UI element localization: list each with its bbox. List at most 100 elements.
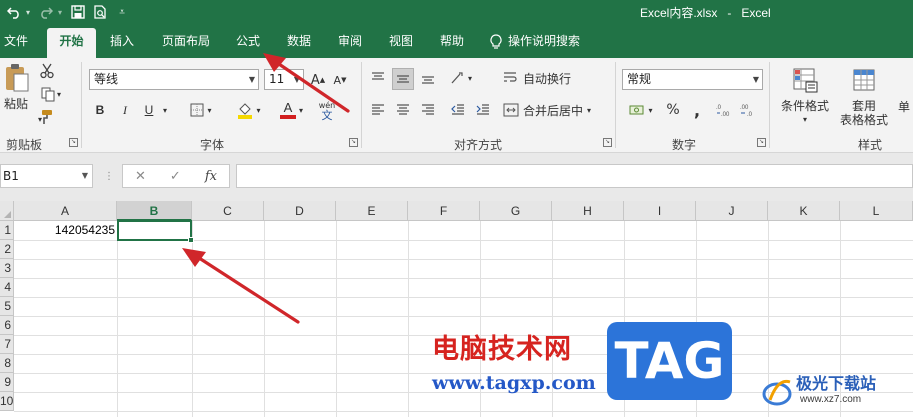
- copy-dropdown-icon[interactable]: ▾: [57, 90, 61, 99]
- formula-input[interactable]: [236, 164, 913, 188]
- save-icon[interactable]: [68, 3, 88, 21]
- tab-data[interactable]: 数据: [281, 25, 317, 58]
- fill-handle[interactable]: [188, 237, 194, 243]
- cell-a1[interactable]: 142054235: [14, 221, 117, 240]
- select-all-corner[interactable]: [0, 201, 14, 221]
- column-header-k[interactable]: K: [768, 201, 840, 221]
- number-launcher-icon[interactable]: ↘: [757, 138, 766, 147]
- row-header-10[interactable]: 10: [0, 392, 14, 411]
- column-header-c[interactable]: C: [192, 201, 264, 221]
- comma-style-button[interactable]: ,: [690, 100, 704, 120]
- row-header-7[interactable]: 7: [0, 335, 14, 354]
- number-format-combo[interactable]: 常规 ▼: [622, 69, 763, 90]
- insert-function-icon[interactable]: fx: [205, 169, 217, 184]
- paint-bucket-icon: [238, 103, 253, 119]
- undo-icon[interactable]: [4, 3, 24, 21]
- align-right-icon[interactable]: [418, 100, 438, 120]
- align-center-icon[interactable]: [393, 100, 413, 120]
- column-header-b[interactable]: B: [117, 201, 192, 221]
- column-header-f[interactable]: F: [408, 201, 480, 221]
- underline-button[interactable]: U: [140, 100, 158, 120]
- column-header-e[interactable]: E: [336, 201, 408, 221]
- tab-review[interactable]: 审阅: [332, 25, 368, 58]
- decrease-font-size-button[interactable]: A ▼: [331, 70, 349, 90]
- cut-icon[interactable]: [38, 62, 56, 80]
- column-header-i[interactable]: I: [624, 201, 696, 221]
- enter-icon[interactable]: ✓: [170, 169, 181, 184]
- formula-bar-grip-icon[interactable]: ⋮: [104, 171, 114, 182]
- tab-insert[interactable]: 插入: [104, 25, 140, 58]
- font-color-dropdown-icon[interactable]: ▾: [296, 102, 306, 118]
- redo-icon[interactable]: [36, 3, 56, 21]
- aurora-logo-icon: [762, 379, 792, 406]
- bold-button[interactable]: B: [91, 100, 109, 120]
- format-as-table-button[interactable]: 套用 表格格式: [834, 62, 894, 132]
- column-header-a[interactable]: A: [14, 201, 117, 221]
- tab-help[interactable]: 帮助: [434, 25, 470, 58]
- borders-button[interactable]: ▾: [186, 100, 216, 120]
- bottom-align-icon[interactable]: [418, 68, 438, 88]
- phonetic-guide-button[interactable]: wén 文: [316, 98, 338, 124]
- percent-style-button[interactable]: %: [664, 100, 682, 120]
- accounting-format-button[interactable]: ▾: [624, 100, 658, 120]
- row-header-5[interactable]: 5: [0, 297, 14, 316]
- customize-qat-icon[interactable]: ⩡: [112, 3, 132, 21]
- font-launcher-icon[interactable]: ↘: [349, 138, 358, 147]
- row-header-8[interactable]: 8: [0, 354, 14, 373]
- font-size-combo[interactable]: 11 ▼: [264, 69, 304, 90]
- column-header-g[interactable]: G: [480, 201, 552, 221]
- top-align-icon[interactable]: [368, 68, 388, 88]
- tab-file[interactable]: 文件: [0, 25, 32, 58]
- increase-decimal-icon[interactable]: .0.00: [714, 100, 734, 120]
- print-preview-icon[interactable]: [90, 3, 110, 21]
- format-painter-icon[interactable]: [38, 108, 56, 126]
- chevron-down-icon[interactable]: ▼: [753, 70, 759, 89]
- copy-icon[interactable]: ▾: [38, 85, 64, 103]
- row-header-1[interactable]: 1: [0, 221, 14, 240]
- column-header-h[interactable]: H: [552, 201, 624, 221]
- fill-color-button[interactable]: ▾: [232, 98, 266, 122]
- align-left-icon[interactable]: [368, 100, 388, 120]
- redo-dropdown-icon[interactable]: ▾: [58, 8, 62, 17]
- chevron-down-icon[interactable]: ▼: [294, 70, 300, 89]
- wrap-text-button[interactable]: 自动换行: [503, 68, 577, 88]
- row-header-6[interactable]: 6: [0, 316, 14, 335]
- tab-page-layout[interactable]: 页面布局: [156, 25, 216, 58]
- font-name-combo[interactable]: 等线 ▼: [89, 69, 259, 90]
- increase-indent-icon[interactable]: [473, 100, 493, 120]
- gridline: [117, 221, 118, 417]
- decrease-indent-icon[interactable]: [448, 100, 468, 120]
- chevron-down-icon[interactable]: ▼: [249, 70, 255, 89]
- chevron-down-icon[interactable]: ▾: [803, 113, 807, 127]
- row-header-9[interactable]: 9: [0, 373, 14, 392]
- paste-button[interactable]: 粘贴: [0, 62, 32, 112]
- tab-view[interactable]: 视图: [383, 25, 419, 58]
- tab-formulas[interactable]: 公式: [230, 25, 266, 58]
- row-header-3[interactable]: 3: [0, 259, 14, 278]
- merge-center-button[interactable]: 合并后居中 ▾: [503, 100, 603, 120]
- row-header-2[interactable]: 2: [0, 240, 14, 259]
- row-header-4[interactable]: 4: [0, 278, 14, 297]
- watermark-site-name: 电脑技术网: [432, 334, 572, 365]
- column-header-d[interactable]: D: [264, 201, 336, 221]
- clipboard-launcher-icon[interactable]: ↘: [69, 138, 78, 147]
- italic-button[interactable]: I: [116, 100, 134, 120]
- decrease-decimal-icon[interactable]: .00.0: [738, 100, 758, 120]
- cancel-icon[interactable]: ✕: [135, 169, 146, 184]
- column-header-l[interactable]: L: [840, 201, 913, 221]
- alignment-launcher-icon[interactable]: ↘: [603, 138, 612, 147]
- chevron-down-icon[interactable]: ▾: [587, 106, 591, 115]
- underline-dropdown-icon[interactable]: ▾: [159, 102, 171, 118]
- tab-home[interactable]: 开始: [47, 28, 96, 58]
- cell-styles-button[interactable]: 单: [898, 96, 913, 116]
- column-header-j[interactable]: J: [696, 201, 768, 221]
- undo-dropdown-icon[interactable]: ▾: [26, 8, 30, 17]
- conditional-formatting-button[interactable]: 条件格式 ▾: [776, 62, 834, 132]
- chevron-down-icon[interactable]: ▼: [82, 165, 88, 187]
- tell-me-search[interactable]: 操作说明搜索: [490, 25, 600, 58]
- increase-font-size-button[interactable]: A ▲: [309, 70, 327, 90]
- orientation-button[interactable]: ▾: [448, 68, 474, 88]
- middle-align-icon[interactable]: [392, 68, 414, 90]
- active-cell-b1[interactable]: [117, 220, 192, 241]
- name-box[interactable]: B1 ▼: [0, 164, 93, 188]
